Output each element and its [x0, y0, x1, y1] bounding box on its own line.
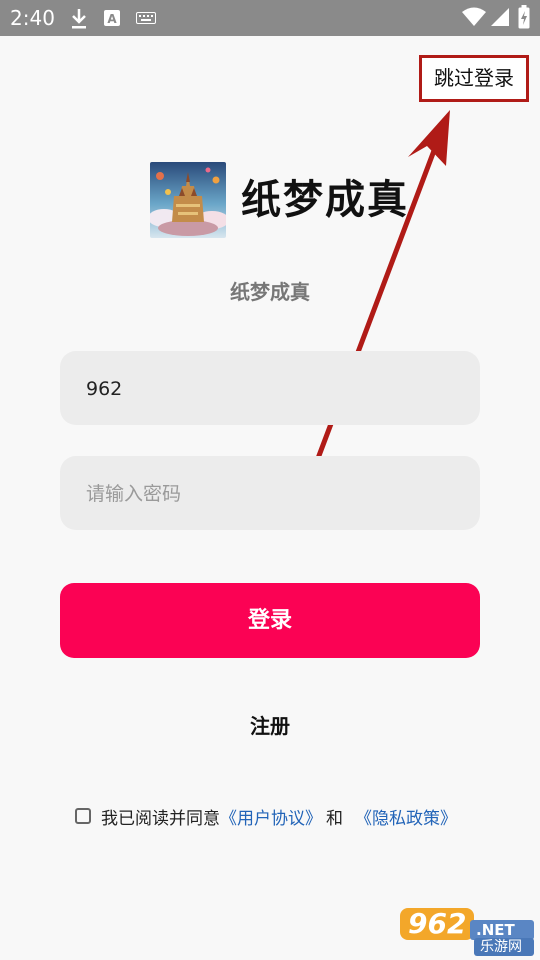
app-subtitle: 纸梦成真	[230, 280, 310, 304]
username-input[interactable]	[84, 351, 458, 427]
login-button[interactable]: 登录	[60, 583, 480, 658]
password-input[interactable]	[84, 456, 458, 532]
watermark-suffix: .NET	[476, 921, 515, 939]
watermark-number: 962	[408, 907, 467, 940]
watermark-text: 乐游网	[480, 939, 522, 955]
app-title: 纸梦成真	[241, 177, 409, 223]
app-logo-image	[150, 162, 226, 238]
agreement-row: 我已阅读并同意 《用户协议》 和 《隐私政策》	[75, 804, 457, 829]
privacy-policy-link[interactable]: 《隐私政策》	[355, 804, 457, 829]
watermark-logo: 962 .NET 乐游网	[400, 906, 536, 960]
register-label[interactable]: 注册	[250, 714, 290, 738]
agreement-conjunction: 和	[326, 808, 343, 829]
register-link[interactable]: 注册	[0, 710, 540, 742]
agreement-checkbox[interactable]	[75, 808, 91, 824]
agreement-prefix: 我已阅读并同意	[101, 808, 220, 829]
username-field[interactable]	[60, 351, 480, 427]
user-agreement-link[interactable]: 《用户协议》	[220, 804, 322, 829]
password-field[interactable]	[60, 456, 480, 532]
